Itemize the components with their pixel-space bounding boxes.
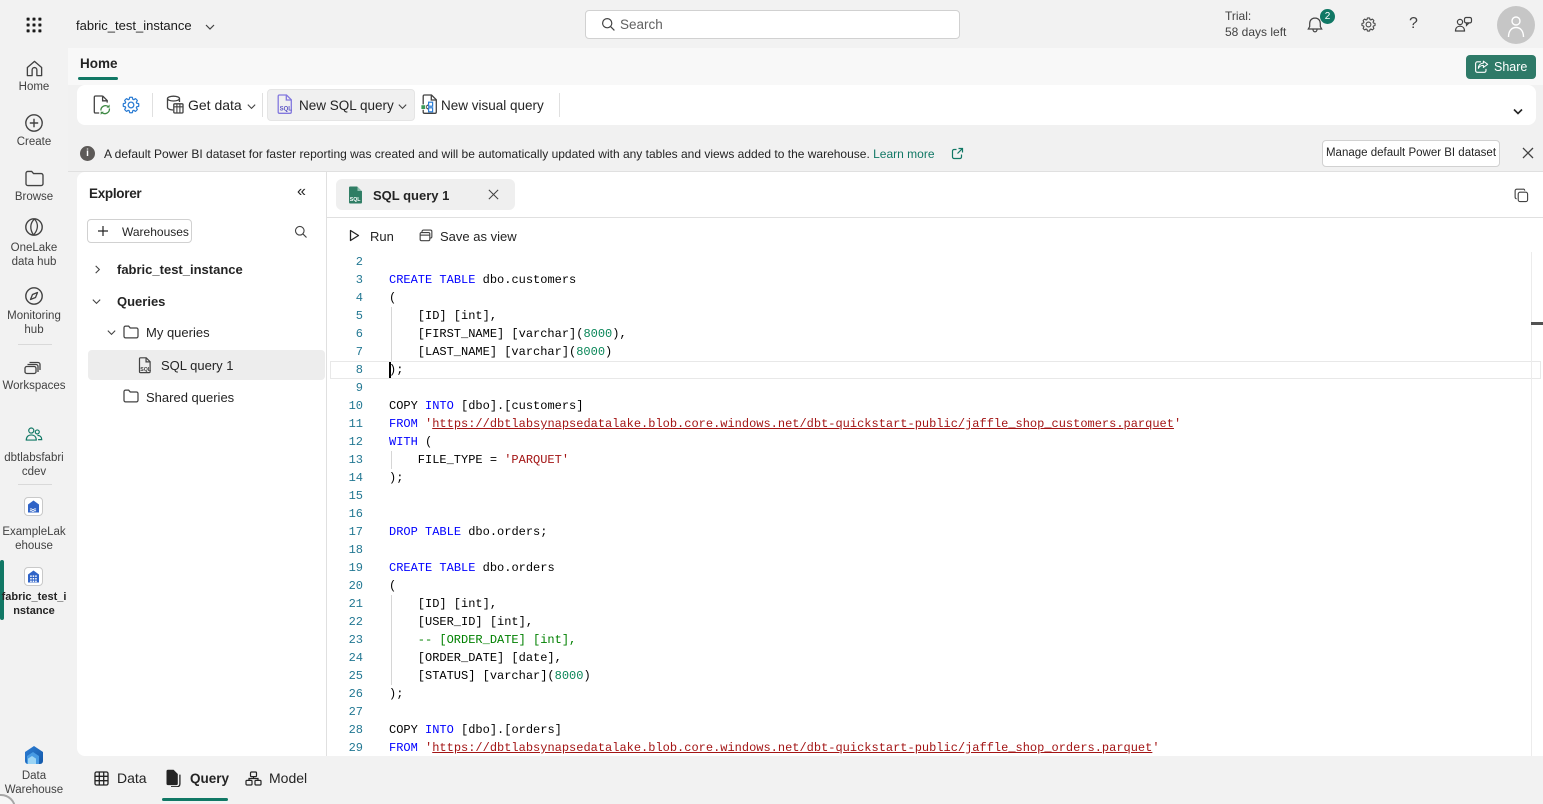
svg-text:SQL: SQL xyxy=(280,106,293,112)
svg-text:SQL: SQL xyxy=(350,197,362,203)
svg-text:SQL: SQL xyxy=(140,367,152,373)
